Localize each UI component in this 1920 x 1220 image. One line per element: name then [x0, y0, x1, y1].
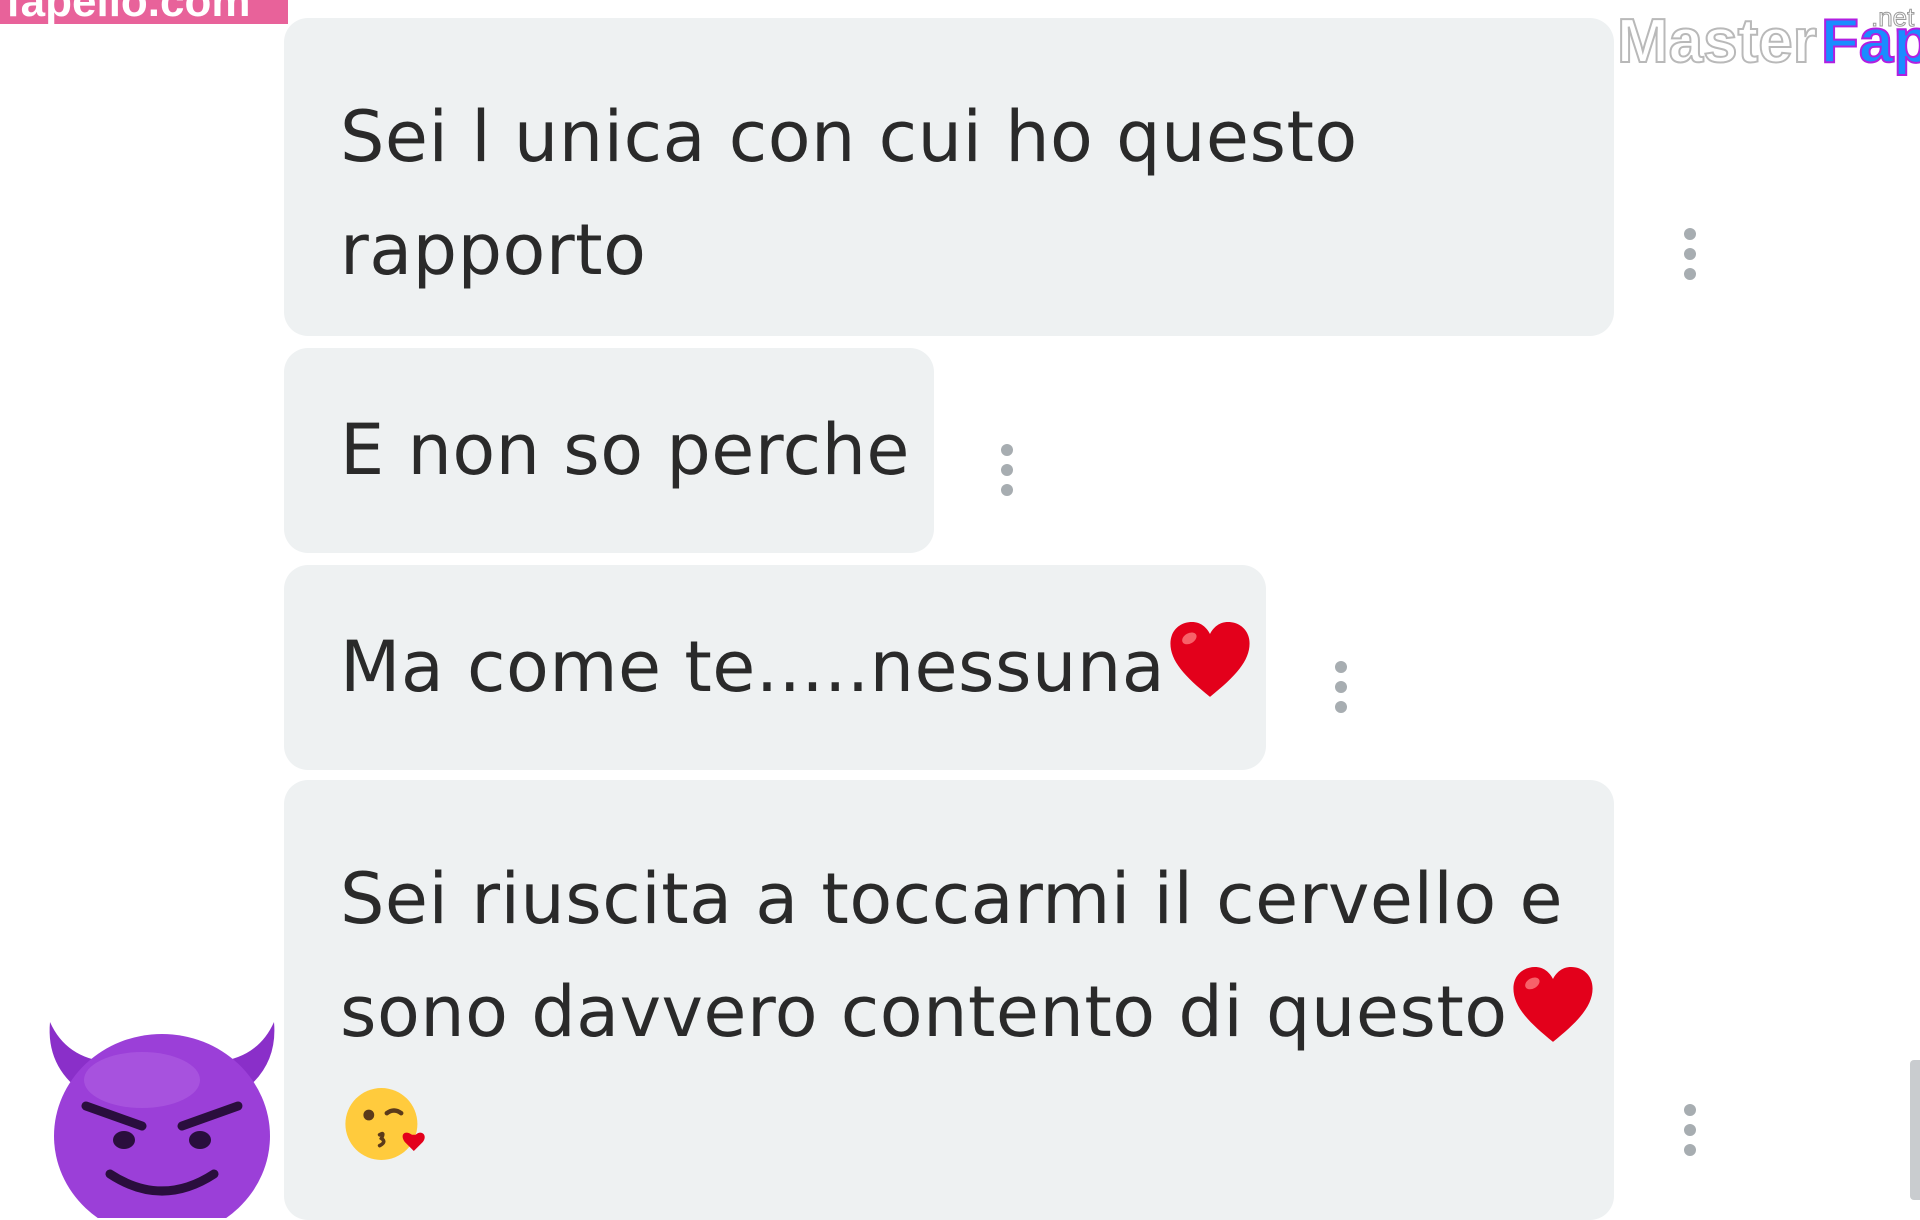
message-1-line-1: Sei l unica con cui ho questo: [340, 96, 1358, 178]
message-1-more-options-icon[interactable]: [1684, 228, 1696, 280]
message-3-more-options-icon[interactable]: [1335, 661, 1347, 713]
message-4-line-2: sono davvero contento di questo: [340, 971, 1508, 1053]
face-blowing-kiss-emoji-icon: [345, 1088, 425, 1160]
message-bubble-3: Ma come te.....nessuna: [284, 565, 1266, 770]
message-3-line-1: Ma come te.....nessuna: [340, 626, 1166, 708]
message-4-more-options-icon[interactable]: [1684, 1104, 1696, 1156]
watermark-fapello: fapello.com: [0, 0, 288, 24]
smiling-devil-emoji-icon: [49, 1022, 275, 1218]
message-bubble-2: E non so perche: [284, 348, 934, 553]
watermark-suffix: .net: [1871, 4, 1915, 32]
red-heart-emoji-icon: [1170, 622, 1250, 697]
message-1-line-2: rapporto: [340, 209, 647, 291]
message-bubble-1: Sei l unica con cui ho questo rapporto: [284, 18, 1614, 336]
scrollbar[interactable]: [1910, 1060, 1920, 1200]
message-2-more-options-icon[interactable]: [1001, 444, 1013, 496]
watermark-masterfap-logo: Master Fap .net: [1617, 4, 1920, 77]
message-bubble-4: Sei riuscita a toccarmi il cervello e so…: [284, 780, 1614, 1220]
message-2-line-1: E non so perche: [340, 409, 910, 491]
message-4-line-1: Sei riuscita a toccarmi il cervello e: [340, 858, 1564, 940]
watermark-brand-a: Master: [1617, 7, 1817, 76]
red-heart-emoji-icon: [1513, 967, 1593, 1042]
